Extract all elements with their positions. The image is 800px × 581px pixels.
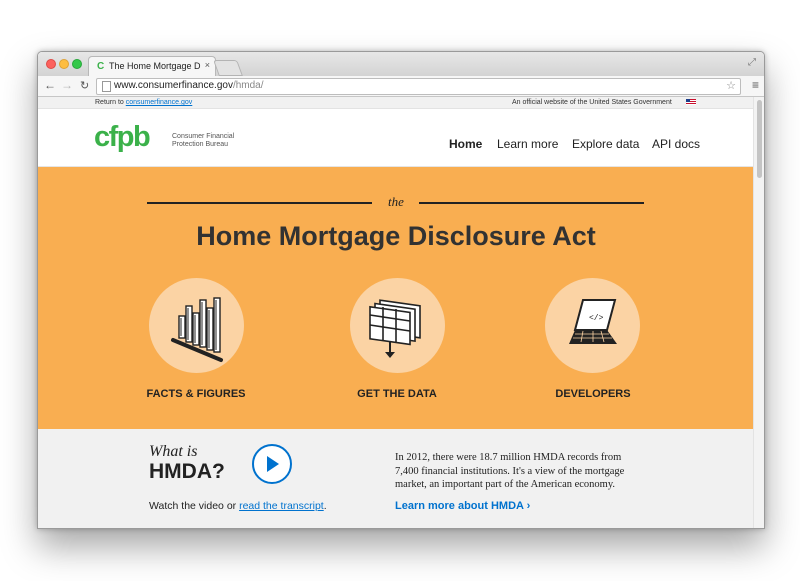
reload-icon[interactable]: ↻	[80, 79, 89, 92]
bookmark-star-icon[interactable]: ☆	[726, 79, 736, 92]
tab-strip: C The Home Mortgage Disclo × ⤢	[38, 52, 764, 77]
watch-suffix: .	[323, 500, 327, 512]
page-content: Return to consumerfinance.gov An officia…	[38, 97, 754, 528]
play-video-button[interactable]	[252, 444, 292, 484]
nav-learn-more[interactable]: Learn more	[497, 137, 558, 151]
official-site-text: An official website of the United States…	[512, 99, 672, 106]
get-data-label[interactable]: GET THE DATA	[317, 388, 477, 400]
scrollbar[interactable]	[753, 97, 764, 528]
hero-section: the Home Mortgage Disclosure Act </> FAC…	[38, 167, 754, 429]
new-tab-button[interactable]	[213, 60, 243, 76]
developers-circle[interactable]: </>	[545, 278, 640, 373]
developers-label[interactable]: DEVELOPERS	[513, 388, 673, 400]
watch-prefix: Watch the video or	[149, 500, 240, 512]
transcript-link[interactable]: read the transcript	[239, 500, 324, 512]
play-icon	[267, 456, 279, 472]
nav-explore-data[interactable]: Explore data	[572, 137, 639, 151]
cfpb-logo[interactable]: cfpb	[94, 123, 151, 152]
return-link[interactable]: consumerfinance.gov	[126, 99, 193, 106]
watch-video-text: Watch the video or read the transcript.	[149, 500, 327, 512]
page-icon	[102, 81, 111, 92]
hmda-intro-section: What is HMDA? Watch the video or read th…	[38, 429, 754, 528]
scroll-thumb[interactable]	[757, 100, 762, 178]
tab-title: The Home Mortgage Disclo	[109, 61, 201, 71]
hero-kicker: the	[388, 194, 404, 209]
fullscreen-icon[interactable]: ⤢	[748, 57, 756, 68]
browser-menu-icon[interactable]: ≡	[752, 78, 759, 92]
gov-banner: Return to consumerfinance.gov An officia…	[38, 97, 754, 109]
hmda-heading: HMDA?	[149, 460, 225, 483]
zoom-window-button[interactable]	[72, 59, 82, 69]
learn-more-link[interactable]: Learn more about HMDA ›	[395, 500, 530, 512]
close-window-button[interactable]	[46, 59, 56, 69]
browser-toolbar: ← → ↻ www.consumerfinance.gov/hmda/ ☆ ≡	[38, 76, 764, 97]
data-table-icon	[369, 299, 421, 358]
hmda-description: In 2012, there were 18.7 million HMDA re…	[395, 452, 625, 490]
page-title: Home Mortgage Disclosure Act	[196, 221, 596, 251]
laptop-code-icon: </>	[569, 299, 617, 344]
url-domain: www.consumerfinance.gov	[114, 80, 233, 91]
url-text[interactable]: www.consumerfinance.gov/hmda/	[114, 80, 264, 91]
page-viewport: Return to consumerfinance.gov An officia…	[38, 97, 764, 528]
get-data-circle[interactable]	[350, 278, 445, 373]
address-bar[interactable]: www.consumerfinance.gov/hmda/ ☆	[96, 78, 741, 95]
minimize-window-button[interactable]	[59, 59, 69, 69]
back-icon[interactable]: ←	[44, 78, 56, 92]
what-is-text: What is	[149, 443, 198, 460]
cfpb-favicon-icon: C	[97, 61, 105, 72]
forward-icon[interactable]: →	[61, 78, 73, 92]
site-header: cfpb Consumer Financial Protection Burea…	[38, 109, 754, 167]
tab-close-icon[interactable]: ×	[205, 60, 210, 70]
facts-figures-circle[interactable]	[149, 278, 244, 373]
browser-tab[interactable]: C The Home Mortgage Disclo ×	[88, 56, 216, 77]
browser-window: C The Home Mortgage Disclo × ⤢ ← → ↻ www…	[37, 51, 765, 529]
us-flag-icon	[686, 99, 696, 105]
nav-home[interactable]: Home	[449, 137, 482, 151]
url-path: /hmda/	[232, 80, 264, 91]
facts-figures-label[interactable]: FACTS & FIGURES	[116, 388, 276, 400]
svg-text:</>: </>	[589, 314, 604, 323]
nav-api-docs[interactable]: API docs	[652, 137, 700, 151]
return-prefix: Return to	[95, 99, 126, 106]
return-text: Return to consumerfinance.gov	[95, 99, 192, 106]
logo-subtitle: Consumer Financial Protection Bureau	[172, 133, 235, 148]
bar-chart-icon	[171, 297, 223, 362]
